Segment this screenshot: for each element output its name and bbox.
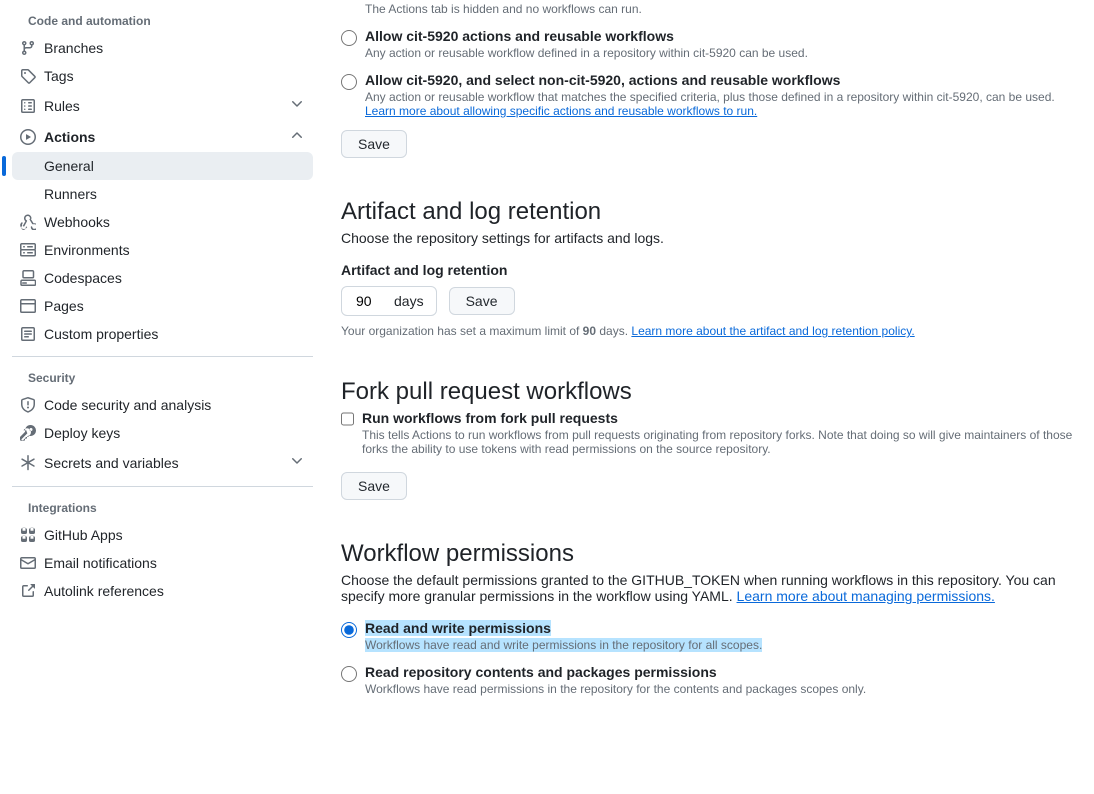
server-icon — [20, 242, 36, 258]
checkbox-input[interactable] — [341, 412, 354, 426]
sidebar-group-security: Security — [12, 365, 313, 391]
play-circle-icon — [20, 129, 36, 145]
sidebar-label: Pages — [44, 298, 305, 314]
git-branch-icon — [20, 40, 36, 56]
sidebar-label: Tags — [44, 68, 305, 84]
retention-note: Your organization has set a maximum limi… — [341, 324, 1078, 338]
section-title-artifact: Artifact and log retention — [341, 198, 1078, 226]
sidebar-label: Runners — [44, 186, 97, 202]
save-button[interactable]: Save — [341, 130, 407, 158]
sidebar-item-rules[interactable]: Rules — [12, 90, 313, 121]
chevron-up-icon — [289, 127, 305, 146]
chevron-down-icon — [289, 453, 305, 472]
radio-input[interactable] — [341, 622, 357, 638]
sidebar-item-github-apps[interactable]: GitHub Apps — [12, 521, 313, 549]
sidebar: Code and automation Branches Tags Rules … — [0, 0, 325, 732]
mail-icon — [20, 555, 36, 571]
learn-more-permissions-link[interactable]: Learn more about managing permissions. — [737, 588, 995, 604]
sidebar-label: Environments — [44, 242, 305, 258]
divider — [12, 486, 313, 487]
sidebar-label: Actions — [44, 129, 289, 145]
radio-input[interactable] — [341, 666, 357, 682]
learn-more-link[interactable]: Learn more about allowing specific actio… — [365, 104, 757, 118]
webhook-icon — [20, 214, 36, 230]
radio-option-allow-cit5920[interactable]: Allow cit-5920 actions and reusable work… — [341, 28, 1078, 60]
sidebar-item-actions[interactable]: Actions — [12, 121, 313, 152]
sidebar-label: Secrets and variables — [44, 455, 289, 471]
sidebar-label: Codespaces — [44, 270, 305, 286]
sidebar-item-webhooks[interactable]: Webhooks — [12, 208, 313, 236]
sidebar-item-codespaces[interactable]: Codespaces — [12, 264, 313, 292]
sidebar-item-email-notifications[interactable]: Email notifications — [12, 549, 313, 577]
properties-icon — [20, 326, 36, 342]
sidebar-label: Email notifications — [44, 555, 305, 571]
section-desc: Choose the repository settings for artif… — [341, 230, 1078, 246]
sidebar-label: Deploy keys — [44, 425, 305, 441]
retention-days-input[interactable] — [354, 292, 394, 310]
sidebar-item-pages[interactable]: Pages — [12, 292, 313, 320]
radio-option-allow-select[interactable]: Allow cit-5920, and select non-cit-5920,… — [341, 72, 1078, 118]
checkbox-label: Run workflows from fork pull requests — [362, 410, 1078, 426]
main-content: The Actions tab is hidden and no workflo… — [325, 0, 1094, 732]
apps-icon — [20, 527, 36, 543]
checkbox-desc: This tells Actions to run workflows from… — [362, 428, 1078, 456]
sidebar-item-custom-properties[interactable]: Custom properties — [12, 320, 313, 348]
sidebar-label: General — [44, 158, 94, 174]
sidebar-item-branches[interactable]: Branches — [12, 34, 313, 62]
asterisk-icon — [20, 455, 36, 471]
radio-desc: Any action or reusable workflow that mat… — [365, 90, 1078, 118]
sidebar-label: Rules — [44, 98, 289, 114]
radio-desc: Workflows have read and write permission… — [365, 638, 762, 652]
sidebar-label: Autolink references — [44, 583, 305, 599]
sidebar-subitem-runners[interactable]: Runners — [12, 180, 313, 208]
section-title-permissions: Workflow permissions — [341, 540, 1078, 568]
shield-icon — [20, 397, 36, 413]
rules-icon — [20, 98, 36, 114]
radio-input[interactable] — [341, 30, 357, 46]
retention-input-wrapper[interactable]: days — [341, 286, 437, 316]
checkbox-run-workflows-fork[interactable]: Run workflows from fork pull requests Th… — [341, 410, 1078, 456]
sidebar-group-integrations: Integrations — [12, 495, 313, 521]
radio-title: Allow cit-5920, and select non-cit-5920,… — [365, 72, 1078, 88]
radio-title: Read and write permissions — [365, 620, 551, 636]
sidebar-label: Webhooks — [44, 214, 305, 230]
browser-icon — [20, 298, 36, 314]
sidebar-group-code-automation: Code and automation — [12, 8, 313, 34]
radio-input[interactable] — [341, 74, 357, 90]
sidebar-subitem-general[interactable]: General — [12, 152, 313, 180]
tag-icon — [20, 68, 36, 84]
sidebar-label: Branches — [44, 40, 305, 56]
radio-title: Read repository contents and packages pe… — [365, 664, 1078, 680]
section-desc: Choose the default permissions granted t… — [341, 572, 1078, 604]
link-external-icon — [20, 583, 36, 599]
radio-desc: Any action or reusable workflow defined … — [365, 46, 1078, 60]
sidebar-item-environments[interactable]: Environments — [12, 236, 313, 264]
sidebar-label: GitHub Apps — [44, 527, 305, 543]
radio-desc: Workflows have read permissions in the r… — [365, 682, 1078, 696]
key-icon — [20, 425, 36, 441]
radio-option-read-write[interactable]: Read and write permissions Workflows hav… — [341, 620, 1078, 652]
chevron-down-icon — [289, 96, 305, 115]
learn-more-retention-link[interactable]: Learn more about the artifact and log re… — [631, 324, 914, 338]
codespaces-icon — [20, 270, 36, 286]
sidebar-label: Code security and analysis — [44, 397, 305, 413]
sidebar-item-autolink[interactable]: Autolink references — [12, 577, 313, 605]
section-title-fork: Fork pull request workflows — [341, 378, 1078, 406]
sidebar-item-deploy-keys[interactable]: Deploy keys — [12, 419, 313, 447]
radio-title: Allow cit-5920 actions and reusable work… — [365, 28, 1078, 44]
sidebar-item-code-security[interactable]: Code security and analysis — [12, 391, 313, 419]
top-option-desc: The Actions tab is hidden and no workflo… — [365, 2, 1078, 16]
radio-option-read-only[interactable]: Read repository contents and packages pe… — [341, 664, 1078, 696]
divider — [12, 356, 313, 357]
sidebar-item-tags[interactable]: Tags — [12, 62, 313, 90]
save-button[interactable]: Save — [449, 287, 515, 315]
days-unit: days — [394, 293, 424, 309]
save-button[interactable]: Save — [341, 472, 407, 500]
sub-label-retention: Artifact and log retention — [341, 262, 1078, 278]
sidebar-label: Custom properties — [44, 326, 305, 342]
sidebar-item-secrets[interactable]: Secrets and variables — [12, 447, 313, 478]
